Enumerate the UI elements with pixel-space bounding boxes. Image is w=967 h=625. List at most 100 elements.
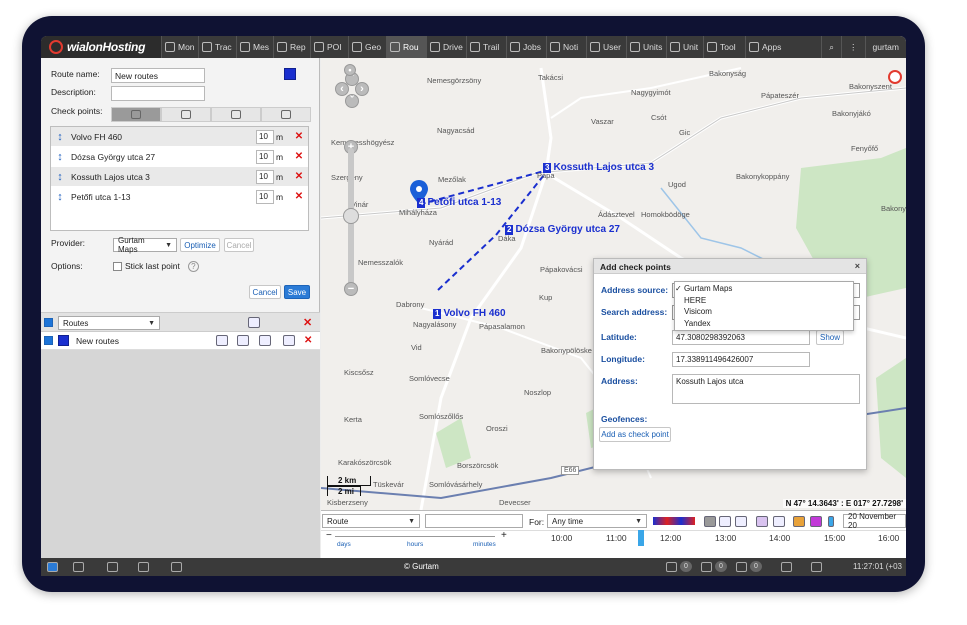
- checkpoint-radius-input[interactable]: 10: [256, 169, 274, 184]
- checkpoint-marker-3[interactable]: 3 Kossuth Lajos utca 3: [543, 162, 654, 173]
- delete-all-icon[interactable]: ✕: [303, 316, 312, 329]
- sound-icon[interactable]: [811, 562, 822, 572]
- cancel-button[interactable]: Cancel: [249, 285, 281, 299]
- address-textarea[interactable]: Kossuth Lajos utca: [672, 374, 860, 404]
- checkpoint-marker-1[interactable]: 1 Volvo FH 460: [433, 308, 506, 319]
- pan-right-button[interactable]: ›: [355, 82, 369, 96]
- nav-apps[interactable]: Apps: [745, 36, 785, 58]
- nav-tracks[interactable]: Trac: [198, 36, 236, 58]
- grid-icon[interactable]: [73, 562, 84, 572]
- show-button[interactable]: Show: [816, 330, 844, 345]
- timeline-zoom-track[interactable]: [335, 536, 495, 537]
- nav-jobs[interactable]: Jobs: [506, 36, 546, 58]
- events-icon[interactable]: [736, 562, 747, 572]
- timeline-cursor[interactable]: [638, 530, 644, 546]
- nav-monitoring[interactable]: Mon: [161, 36, 198, 58]
- nav-trailers[interactable]: Trail: [466, 36, 506, 58]
- route-checkbox[interactable]: [44, 336, 53, 345]
- route-tools-icon[interactable]: [248, 317, 260, 328]
- zoom-slider-handle[interactable]: [343, 208, 359, 224]
- tab-units[interactable]: [111, 107, 161, 122]
- close-icon[interactable]: ×: [855, 261, 860, 271]
- delete-icon[interactable]: ✕: [290, 191, 308, 202]
- messages-panel-icon[interactable]: [171, 562, 182, 572]
- text-tool-icon[interactable]: [719, 516, 731, 527]
- wialon-logo[interactable]: wialonHosting: [41, 36, 161, 58]
- drag-handle-icon[interactable]: ↕: [51, 131, 69, 143]
- dropdown-option-here[interactable]: HERE: [675, 295, 853, 307]
- unit-panel-icon[interactable]: [107, 562, 118, 572]
- nav-messages[interactable]: Mes: [236, 36, 273, 58]
- help-icon[interactable]: ?: [187, 261, 199, 272]
- nav-poi[interactable]: POI: [310, 36, 348, 58]
- stick-last-point-option[interactable]: Stick last point?: [113, 261, 199, 272]
- list-item[interactable]: New routes ✕: [41, 332, 320, 350]
- nav-geofences[interactable]: Geo: [348, 36, 386, 58]
- delete-icon[interactable]: ✕: [290, 131, 308, 142]
- date-picker[interactable]: 20 November 20: [843, 512, 906, 530]
- delete-icon[interactable]: ✕: [290, 171, 308, 182]
- checkpoint-radius-input[interactable]: 10: [256, 149, 274, 164]
- add-as-checkpoint-button[interactable]: Add as check point: [599, 427, 671, 442]
- cancel-optimize-button[interactable]: Cancel: [224, 238, 254, 252]
- zoom-out-button[interactable]: −: [344, 282, 358, 296]
- tab-address[interactable]: [161, 107, 211, 122]
- longitude-input[interactable]: 17.338911496426007: [672, 352, 810, 367]
- zoom-in-timeline-button[interactable]: +: [501, 530, 507, 541]
- routes-filter-select[interactable]: Routes ▼: [58, 316, 160, 330]
- route-name-input[interactable]: New routes: [111, 68, 205, 83]
- period-select[interactable]: Any time ▼: [547, 514, 647, 528]
- track-colors-legend[interactable]: [653, 517, 695, 525]
- latitude-input[interactable]: 47.3080298392063: [672, 330, 810, 345]
- dropdown-option-gurtam-maps[interactable]: ✓ Gurtam Maps: [675, 283, 853, 295]
- add-round-icon[interactable]: [237, 335, 249, 346]
- tracks-panel-icon[interactable]: [138, 562, 149, 572]
- zoom-out-timeline-button[interactable]: −: [326, 530, 332, 541]
- nav-unit-groups[interactable]: Unit: [666, 36, 703, 58]
- user-menu[interactable]: gurtam: [864, 36, 906, 58]
- provider-select[interactable]: Gurtam Maps ▼: [113, 236, 177, 254]
- schedule-icon[interactable]: [216, 335, 228, 346]
- calendar-icon[interactable]: [781, 562, 792, 572]
- nav-routes[interactable]: Rou: [386, 36, 426, 58]
- delete-icon[interactable]: ✕: [304, 335, 312, 346]
- drag-handle-icon[interactable]: ↕: [51, 151, 69, 163]
- nav-tools[interactable]: Tool: [703, 36, 745, 58]
- nav-units[interactable]: Units: [626, 36, 666, 58]
- timeline-tool-icon[interactable]: [704, 516, 716, 527]
- nav-drivers[interactable]: Drive: [426, 36, 466, 58]
- stops-icon[interactable]: [793, 516, 805, 527]
- copy-icon[interactable]: [283, 335, 295, 346]
- timeline-search-input[interactable]: [425, 514, 523, 528]
- text-tool-icon[interactable]: [735, 516, 747, 527]
- events-icon[interactable]: [756, 516, 768, 527]
- notifications-icon[interactable]: [701, 562, 712, 572]
- select-all-checkbox[interactable]: [44, 318, 53, 327]
- checkpoint-marker-2[interactable]: 2 Dózsa György utca 27: [505, 224, 620, 235]
- drag-handle-icon[interactable]: ↕: [51, 191, 69, 203]
- drag-handle-icon[interactable]: ↕: [51, 171, 69, 183]
- rounds-list-icon[interactable]: [259, 335, 271, 346]
- delete-icon[interactable]: ✕: [290, 151, 308, 162]
- tab-map-click[interactable]: [261, 107, 311, 122]
- optimize-button[interactable]: Optimize: [180, 238, 220, 252]
- nav-users[interactable]: User: [586, 36, 626, 58]
- checkpoint-marker-4[interactable]: 4 Petőfi utca 1-13: [417, 197, 501, 208]
- stick-last-point-checkbox[interactable]: [113, 262, 122, 272]
- timeline-route-select[interactable]: Route ▼: [322, 514, 420, 528]
- cursor-marker-icon[interactable]: [828, 516, 834, 527]
- description-input[interactable]: [111, 86, 205, 101]
- search-button[interactable]: ⌕: [821, 36, 841, 58]
- route-color-picker[interactable]: [284, 68, 296, 80]
- tab-geofences[interactable]: [211, 107, 261, 122]
- pan-down-button[interactable]: ˇ: [345, 94, 359, 108]
- nav-notifications[interactable]: Noti: [546, 36, 586, 58]
- reset-view-button[interactable]: •: [344, 64, 356, 76]
- dropdown-option-visicom[interactable]: Visicom: [675, 306, 853, 318]
- save-button[interactable]: Save: [284, 285, 310, 299]
- checkpoint-radius-input[interactable]: 10: [256, 189, 274, 204]
- more-menu-button[interactable]: ⋮: [841, 36, 865, 58]
- dropdown-option-yandex[interactable]: Yandex: [675, 318, 853, 330]
- checkpoint-radius-input[interactable]: 10: [256, 129, 274, 144]
- chat-icon[interactable]: [666, 562, 677, 572]
